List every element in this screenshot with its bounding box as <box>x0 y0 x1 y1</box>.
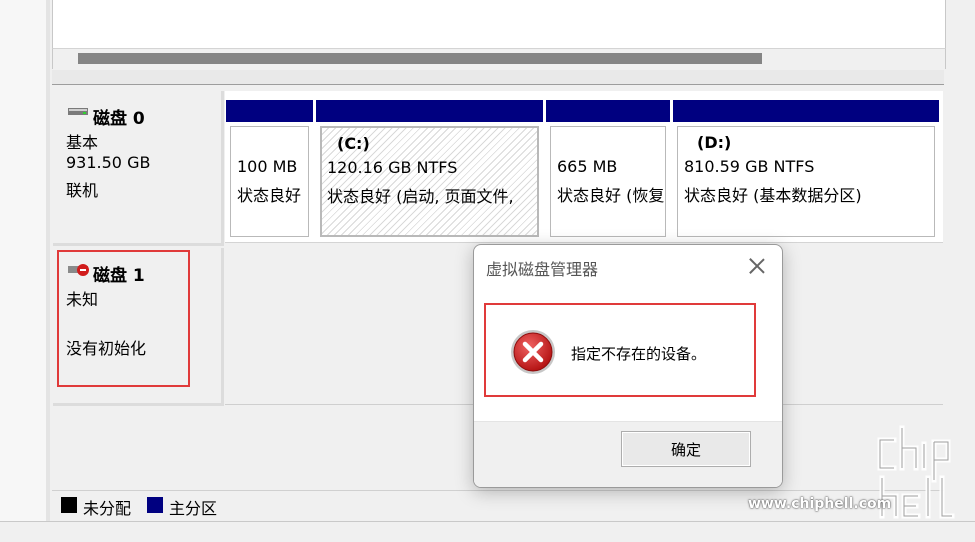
legend-primary-label: 主分区 <box>169 499 218 518</box>
legend-swatch-unallocated <box>61 497 77 513</box>
highlight-box-disk-1 <box>57 250 190 387</box>
volume-list-pane[interactable] <box>52 0 946 49</box>
disk-icon <box>68 108 88 115</box>
partition-size: 665 MB <box>557 157 618 176</box>
partition-bar <box>673 100 939 122</box>
close-icon[interactable] <box>746 255 768 277</box>
partition-c[interactable]: (C:) 120.16 GB NTFS 状态良好 (启动, 页面文件, <box>316 100 543 241</box>
dialog-title: 虚拟磁盘管理器 <box>486 260 599 279</box>
error-dialog: 虚拟磁盘管理器 指定不存在的设备。 确定 <box>473 244 783 488</box>
partition-title: (D:) <box>697 133 732 152</box>
ok-button[interactable]: 确定 <box>621 431 751 467</box>
watermark-url: www.chiphell.com <box>748 496 892 512</box>
partition-bar <box>546 100 670 122</box>
partition-body-selected: (C:) 120.16 GB NTFS 状态良好 (启动, 页面文件, <box>320 126 539 237</box>
partition-status: 状态良好 <box>237 186 302 205</box>
partition-title: (C:) <box>337 134 370 153</box>
partition-status: 状态良好 (恢复 <box>557 186 665 205</box>
partition-efi[interactable]: 100 MB 状态良好 <box>226 100 313 241</box>
disk-0-type: 基本 <box>66 133 99 152</box>
legend-unallocated-label: 未分配 <box>83 499 132 518</box>
partition-size: 810.59 GB NTFS <box>684 157 815 176</box>
disk-0-size: 931.50 GB <box>66 153 151 172</box>
left-panel-border <box>46 0 50 541</box>
disk-0-label-cell[interactable]: 磁盘 0 基本 931.50 GB 联机 <box>53 91 224 246</box>
pane-splitter[interactable] <box>52 70 944 85</box>
disk-0-status: 联机 <box>66 181 99 200</box>
scrollbar-thumb[interactable] <box>78 53 762 64</box>
dialog-message: 指定不存在的设备。 <box>571 345 707 363</box>
partition-body: 665 MB 状态良好 (恢复 <box>550 126 666 237</box>
legend-swatch-primary <box>147 497 163 513</box>
status-bar <box>0 521 975 542</box>
left-panel <box>0 0 47 541</box>
partition-d[interactable]: (D:) 810.59 GB NTFS 状态良好 (基本数据分区) <box>673 100 939 241</box>
error-icon <box>511 330 555 374</box>
partition-bar <box>316 100 543 122</box>
partition-status: 状态良好 (基本数据分区) <box>684 186 862 205</box>
partition-recovery[interactable]: 665 MB 状态良好 (恢复 <box>546 100 670 241</box>
disk-0-name: 磁盘 0 <box>93 109 145 129</box>
partition-size: 120.16 GB NTFS <box>327 158 458 177</box>
partition-body: (D:) 810.59 GB NTFS 状态良好 (基本数据分区) <box>677 126 935 237</box>
partition-size: 100 MB <box>237 157 298 176</box>
partition-bar <box>226 100 313 122</box>
partition-status: 状态良好 (启动, 页面文件, <box>327 187 514 206</box>
partition-body: 100 MB 状态良好 <box>230 126 309 237</box>
